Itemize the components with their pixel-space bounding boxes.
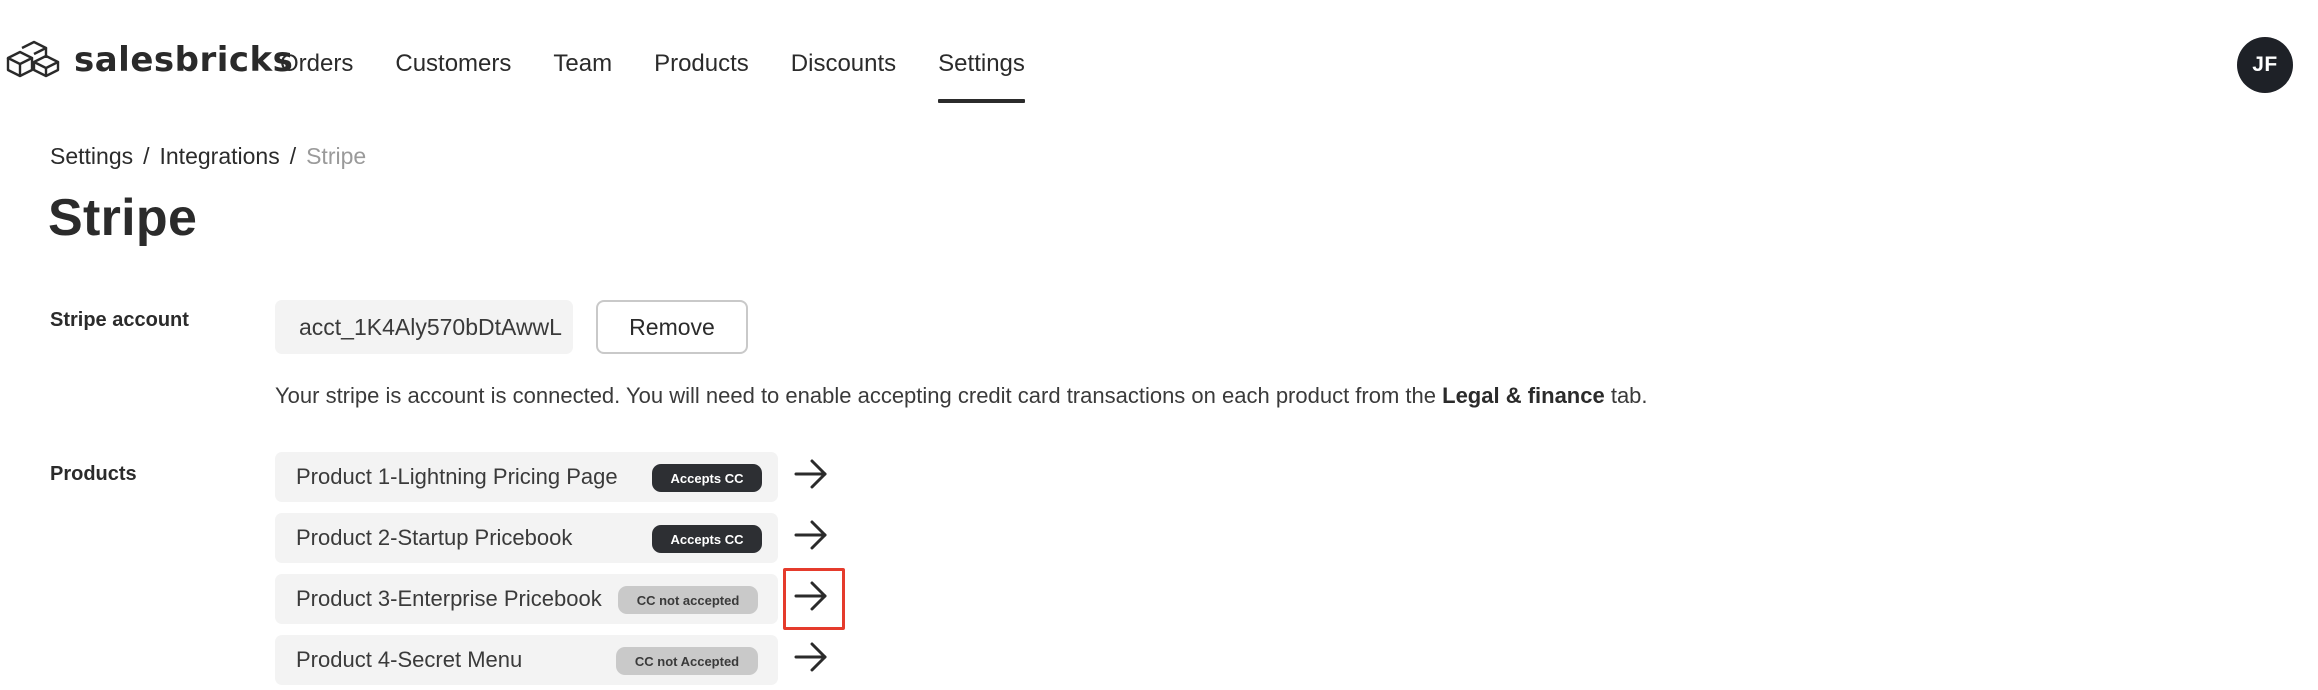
nav-item-settings[interactable]: Settings: [938, 0, 1025, 110]
product-arrow-button[interactable]: [791, 639, 831, 679]
breadcrumb-settings[interactable]: Settings: [50, 143, 133, 170]
stripe-account-label: Stripe account: [50, 309, 189, 331]
cc-not-accepted-badge: CC not Accepted: [616, 647, 758, 675]
arrow-right-icon: [794, 459, 828, 494]
products-label: Products: [50, 463, 137, 485]
breadcrumb-integrations[interactable]: Integrations: [160, 143, 280, 170]
product-arrow-button[interactable]: [791, 517, 831, 557]
page-title: Stripe: [48, 189, 198, 247]
product-name: Product 1-Lightning Pricing Page: [296, 464, 618, 489]
user-avatar[interactable]: JF: [2237, 37, 2293, 93]
brand-logo[interactable]: salesbricks: [6, 40, 293, 80]
arrow-right-icon: [794, 520, 828, 555]
product-row: Product 3-Enterprise Pricebook CC not ac…: [275, 574, 778, 624]
product-row: Product 1-Lightning Pricing Page Accepts…: [275, 452, 778, 502]
brand-name: salesbricks: [74, 40, 294, 80]
main-nav: Orders Customers Team Products Discounts…: [280, 0, 1067, 110]
bricks-logo-icon: [6, 40, 64, 80]
product-name: Product 4-Secret Menu: [296, 647, 523, 672]
highlight-box: [783, 568, 845, 630]
nav-item-products[interactable]: Products: [654, 0, 749, 110]
nav-item-customers[interactable]: Customers: [395, 0, 511, 110]
breadcrumb-separator: /: [143, 143, 150, 169]
breadcrumb-separator: /: [289, 143, 297, 169]
product-name: Product 3-Enterprise Pricebook: [296, 586, 602, 611]
product-arrow-button[interactable]: [791, 456, 831, 496]
nav-item-orders[interactable]: Orders: [280, 0, 353, 110]
cc-not-accepted-badge: CC not accepted: [618, 586, 758, 614]
accepts-cc-badge: Accepts CC: [652, 464, 762, 492]
stripe-connected-help-text: Your stripe is account is connected. You…: [275, 383, 1648, 409]
breadcrumb: Settings / Integrations / Stripe: [50, 143, 366, 170]
breadcrumb-current: Stripe: [306, 143, 367, 169]
remove-button[interactable]: Remove: [596, 300, 748, 354]
product-row: Product 2-Startup Pricebook Accepts CC: [275, 513, 778, 563]
top-navigation-bar: salesbricks Orders Customers Team Produc…: [0, 0, 2318, 110]
nav-item-discounts[interactable]: Discounts: [791, 0, 896, 110]
nav-item-team[interactable]: Team: [553, 0, 612, 110]
product-row: Product 4-Secret Menu CC not Accepted: [275, 635, 778, 685]
help-text-after: tab.: [1604, 383, 1648, 408]
stripe-account-id-field: acct_1K4Aly570bDtAwwL: [275, 300, 573, 354]
accepts-cc-badge: Accepts CC: [652, 525, 762, 553]
arrow-right-icon: [794, 642, 828, 677]
help-text-before: Your stripe is account is connected. You…: [275, 383, 1443, 408]
legal-finance-tab-link[interactable]: Legal & finance: [1442, 383, 1605, 408]
product-name: Product 2-Startup Pricebook: [296, 525, 573, 550]
